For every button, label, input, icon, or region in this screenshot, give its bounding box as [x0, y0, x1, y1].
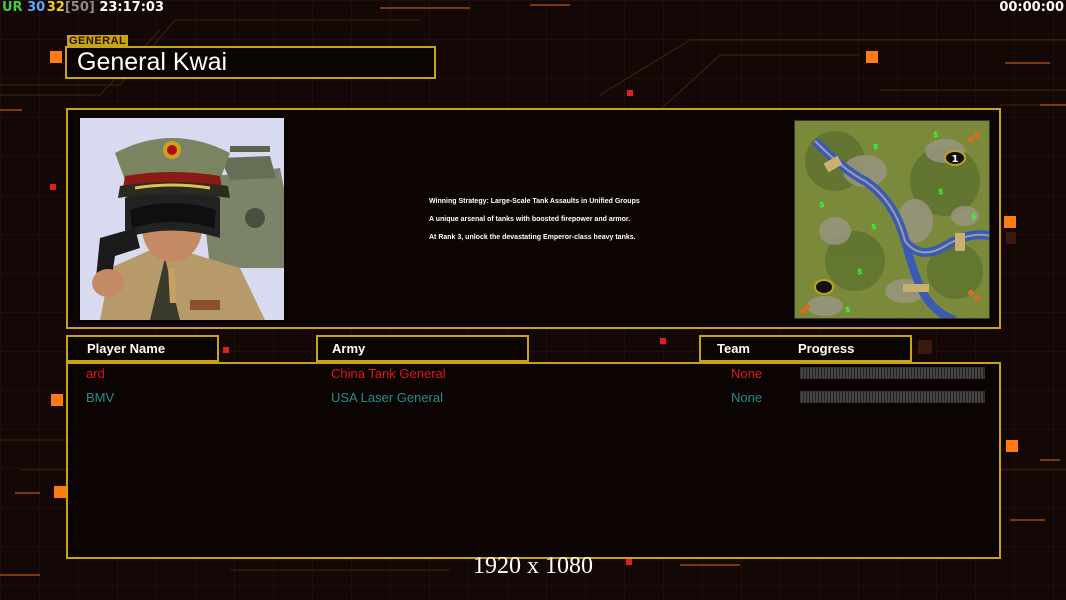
svg-text:$: $ — [971, 212, 977, 221]
map-preview[interactable]: $ $ $ $ $ $ $ $ 1 — [794, 120, 990, 319]
progress-bar — [800, 367, 985, 379]
column-header-team: Team — [717, 341, 750, 356]
general-portrait — [80, 118, 284, 320]
player-name: BMV — [86, 390, 115, 405]
player-team: None — [731, 390, 763, 405]
progress-bar — [800, 391, 985, 403]
player-team: None — [731, 366, 763, 381]
start-position-marker[interactable]: 1 — [952, 154, 959, 165]
svg-text:$: $ — [871, 222, 877, 231]
hud-stats: UR 30 32[50] 23:17:03 — [2, 0, 164, 16]
svg-text:$: $ — [938, 187, 944, 196]
column-header-team-progress: Team Progress — [699, 335, 912, 362]
svg-text:$: $ — [873, 142, 879, 151]
player-name: ard — [86, 366, 105, 381]
player-army: USA Laser General — [331, 390, 444, 405]
strategy-line: Winning Strategy: Large-Scale Tank Assau… — [429, 198, 640, 205]
svg-text:$: $ — [845, 305, 851, 314]
hud-ur: UR — [2, 0, 23, 15]
svg-text:$: $ — [933, 130, 939, 139]
hud-timer: 00:00:00 — [999, 0, 1064, 15]
description-line-2: At Rank 3, unlock the devastating Empero… — [429, 234, 636, 241]
hud-stat-bracket: [50] — [64, 0, 95, 15]
column-header-progress: Progress — [798, 341, 855, 356]
svg-text:$: $ — [819, 200, 825, 209]
column-header-army: Army — [316, 335, 529, 362]
general-name: General Kwai — [65, 46, 436, 79]
hud-stat-2: 32 — [46, 0, 65, 15]
hud-clock: 23:17:03 — [99, 0, 165, 15]
description-line-1: A unique arsenal of tanks with boosted f… — [429, 216, 631, 223]
svg-text:$: $ — [857, 267, 863, 276]
column-header-player: Player Name — [66, 335, 219, 362]
player-army: China Tank General — [331, 366, 446, 381]
hud-stat-1: 30 — [27, 0, 46, 15]
resolution-caption: 1920 x 1080 — [473, 553, 593, 579]
